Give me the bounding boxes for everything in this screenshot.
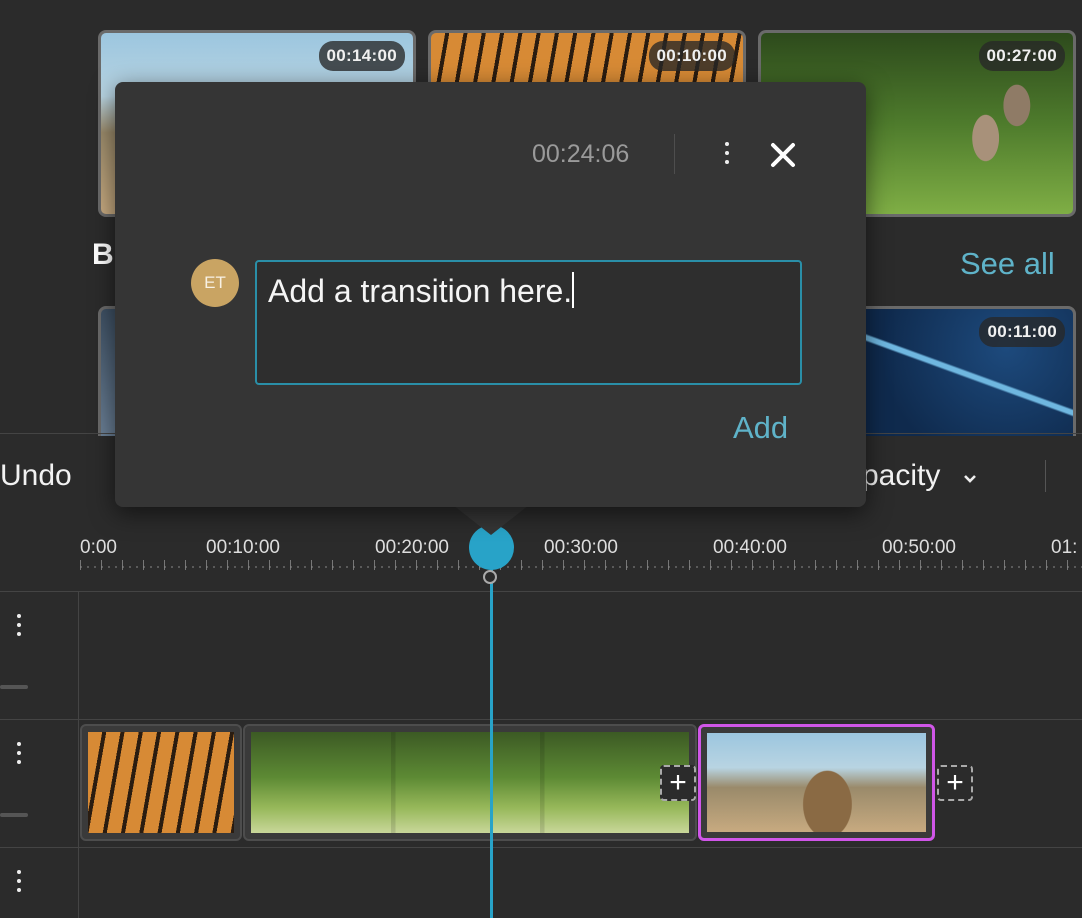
plus-icon: + bbox=[669, 766, 687, 799]
ruler-label: 00:30:00 bbox=[544, 537, 618, 558]
media-thumbnail-chart[interactable]: 00:11:00 bbox=[848, 306, 1076, 436]
more-vertical-icon[interactable] bbox=[723, 142, 731, 164]
track-menu-icon[interactable] bbox=[17, 870, 23, 892]
track-menu-icon[interactable] bbox=[17, 742, 23, 764]
add-comment-button[interactable]: Add bbox=[733, 410, 788, 446]
ruler-label: 00:50:00 bbox=[882, 537, 956, 558]
track-menu-icon[interactable] bbox=[17, 614, 23, 636]
section-title: B bbox=[92, 238, 114, 271]
timeline-clip-wolves[interactable] bbox=[243, 724, 697, 841]
comment-input[interactable]: Add a transition here. bbox=[255, 260, 802, 385]
add-transition-button[interactable]: + bbox=[937, 765, 973, 801]
clip-filmstrip bbox=[88, 732, 234, 833]
track-resize-handle[interactable] bbox=[0, 813, 28, 817]
add-transition-button[interactable]: + bbox=[660, 765, 696, 801]
duration-badge: 00:14:00 bbox=[318, 41, 405, 71]
ruler-label: 00:10:00 bbox=[206, 537, 280, 558]
ruler-label: 01: bbox=[1051, 537, 1078, 558]
plus-icon: + bbox=[946, 766, 964, 799]
timeline-clip-tiger[interactable] bbox=[80, 724, 242, 841]
playhead-line[interactable] bbox=[490, 560, 493, 918]
clip-filmstrip bbox=[707, 733, 926, 832]
track-divider bbox=[0, 719, 1082, 720]
ruler-label: 00:40:00 bbox=[713, 537, 787, 558]
avatar: ET bbox=[191, 259, 239, 307]
timeline-clip-deer-selected[interactable] bbox=[698, 724, 935, 841]
see-all-link[interactable]: See all bbox=[960, 246, 1055, 282]
duration-badge: 00:27:00 bbox=[978, 41, 1065, 71]
comment-input-text: Add a transition here. bbox=[268, 273, 573, 309]
close-icon[interactable] bbox=[770, 142, 796, 173]
popover-pointer bbox=[453, 505, 529, 535]
comment-timestamp: 00:24:06 bbox=[532, 140, 630, 168]
track-resize-handle[interactable] bbox=[0, 685, 28, 689]
ruler-label: 00:20:00 bbox=[375, 537, 449, 558]
header-divider bbox=[674, 134, 675, 174]
track-header-divider bbox=[78, 591, 79, 918]
opacity-dropdown-label: pacity bbox=[862, 459, 941, 492]
text-caret bbox=[572, 272, 575, 308]
undo-button[interactable]: Undo bbox=[0, 459, 72, 493]
duration-badge: 00:11:00 bbox=[979, 317, 1065, 347]
toolbar-divider bbox=[1045, 460, 1046, 492]
opacity-dropdown[interactable]: pacity bbox=[862, 459, 978, 493]
clip-filmstrip bbox=[251, 732, 689, 833]
ruler-minor-ticks bbox=[80, 566, 1082, 568]
comment-popover: 00:24:06 ET Add a transition here. Add bbox=[115, 82, 866, 507]
ruler-label: 0:00 bbox=[80, 537, 117, 558]
duration-badge: 00:10:00 bbox=[648, 41, 735, 71]
comment-marker[interactable] bbox=[483, 570, 497, 584]
track-divider bbox=[0, 591, 1082, 592]
chevron-down-icon bbox=[962, 459, 978, 493]
track-divider bbox=[0, 847, 1082, 848]
ruler-major-ticks bbox=[80, 560, 1082, 570]
